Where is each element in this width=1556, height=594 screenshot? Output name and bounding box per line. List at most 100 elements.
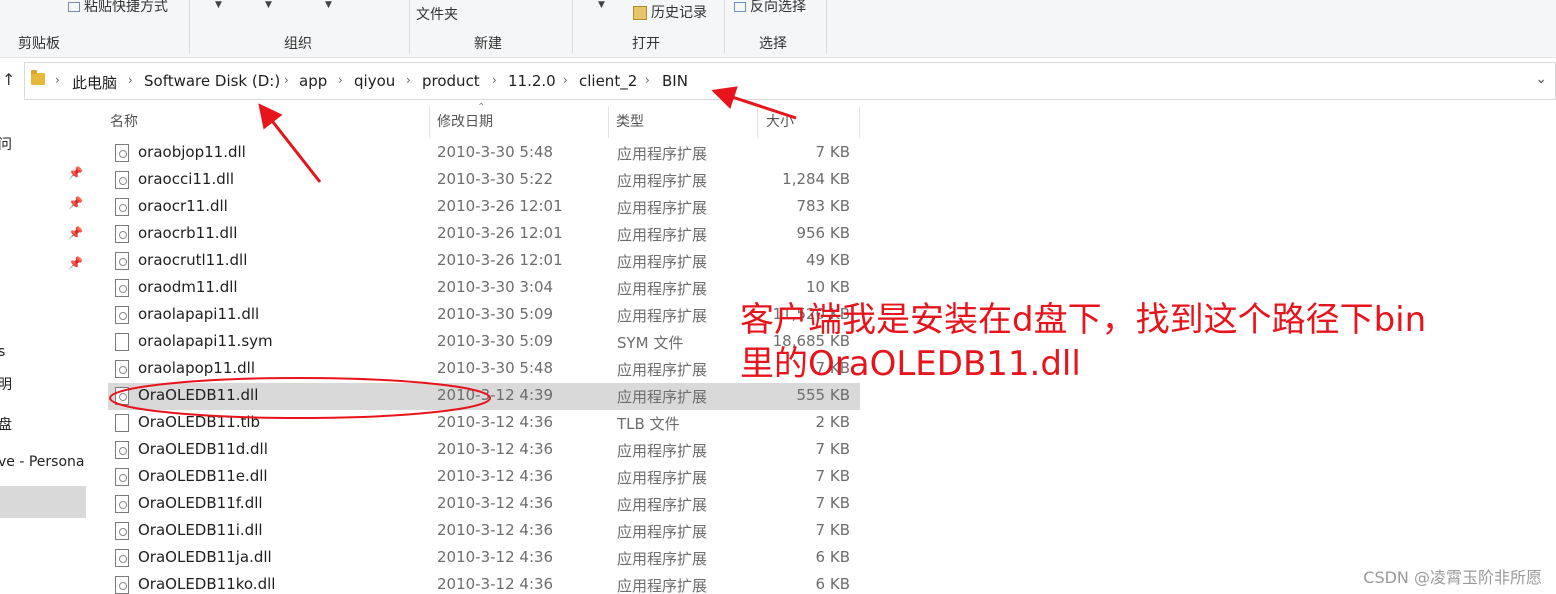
chevron-down-icon[interactable]: ⌄ bbox=[1535, 71, 1547, 87]
file-size: 10 KB bbox=[806, 278, 850, 296]
file-modified-date: 2010-3-12 4:36 bbox=[437, 548, 554, 566]
address-bar[interactable]: › 此电脑 › Software Disk (D:) › app › qiyou… bbox=[24, 62, 1556, 100]
file-row[interactable]: OraOLEDB11ja.dll 2010-3-12 4:36 应用程序扩展 6 KB bbox=[108, 545, 860, 572]
file-size: 7 KB bbox=[815, 440, 850, 458]
dll-file-icon bbox=[115, 468, 129, 486]
file-row[interactable]: OraOLEDB11f.dll 2010-3-12 4:36 应用程序扩展 7 KB bbox=[108, 491, 860, 518]
file-row[interactable]: OraOLEDB11.dll 2010-3-12 4:39 应用程序扩展 555 KB bbox=[108, 383, 860, 410]
invert-selection-button[interactable]: 反向选择 bbox=[734, 0, 806, 16]
ribbon-divider bbox=[724, 0, 725, 54]
file-name: OraOLEDB11.tlb bbox=[138, 413, 261, 431]
annotation-line-1: 客户端我是安装在d盘下，找到这个路径下bin bbox=[740, 300, 1427, 340]
nav-item[interactable]: 盘 bbox=[0, 414, 12, 434]
file-name: oraolapapi11.dll bbox=[138, 305, 260, 323]
file-type: 应用程序扩展 bbox=[617, 388, 708, 406]
navigation-pane: 问 📌 📌 📌 📌 s 明 盘 ve - Persona bbox=[0, 100, 86, 594]
chevron-right-icon[interactable]: › bbox=[128, 73, 133, 87]
file-row[interactable]: oraocrutl11.dll 2010-3-26 12:01 应用程序扩展 49 K… bbox=[108, 248, 860, 275]
chevron-right-icon[interactable]: › bbox=[284, 73, 289, 87]
file-name: OraOLEDB11.dll bbox=[138, 386, 259, 404]
dll-file-icon bbox=[115, 576, 129, 594]
breadcrumb-version[interactable]: 11.2.0 bbox=[508, 72, 556, 90]
nav-item[interactable]: 明 bbox=[0, 374, 12, 394]
nav-item-selected[interactable] bbox=[0, 486, 86, 518]
new-folder-button[interactable]: 文件夹 bbox=[416, 4, 458, 24]
file-row[interactable]: oraocrb11.dll 2010-3-26 12:01 应用程序扩展 956 KB bbox=[108, 221, 860, 248]
file-name: OraOLEDB11d.dll bbox=[138, 440, 268, 458]
blank-file-icon bbox=[115, 414, 129, 432]
group-label-select: 选择 bbox=[759, 36, 787, 52]
file-size: 956 KB bbox=[796, 224, 850, 242]
file-row[interactable]: OraOLEDB11.tlb 2010-3-12 4:36 TLB 文件 2 KB bbox=[108, 410, 860, 437]
open-dropdown-icon[interactable]: ▼ bbox=[598, 0, 605, 10]
nav-item[interactable]: s bbox=[0, 344, 5, 360]
file-row[interactable]: OraOLEDB11e.dll 2010-3-12 4:36 应用程序扩展 7 KB bbox=[108, 464, 860, 491]
ribbon-divider bbox=[189, 0, 190, 54]
ribbon-divider bbox=[572, 0, 573, 54]
file-row[interactable]: oraocr11.dll 2010-3-26 12:01 应用程序扩展 783 KB bbox=[108, 194, 860, 221]
file-type: 应用程序扩展 bbox=[617, 469, 708, 487]
dll-file-icon bbox=[115, 441, 129, 459]
file-name: OraOLEDB11ja.dll bbox=[138, 548, 272, 566]
breadcrumb-this-pc[interactable]: 此电脑 bbox=[72, 72, 117, 93]
dll-file-icon bbox=[115, 387, 129, 405]
watermark: CSDN @凌霄玉阶非所愿 bbox=[1363, 568, 1542, 587]
chevron-right-icon[interactable]: › bbox=[55, 73, 60, 87]
dll-file-icon bbox=[115, 495, 129, 513]
file-row[interactable]: OraOLEDB11d.dll 2010-3-12 4:36 应用程序扩展 7 KB bbox=[108, 437, 860, 464]
chevron-right-icon[interactable]: › bbox=[645, 73, 650, 87]
annotation-line-2: 里的OraOLEDB11.dll bbox=[740, 344, 1081, 384]
history-button[interactable]: 历史记录 bbox=[633, 2, 707, 22]
file-row[interactable]: OraOLEDB11ko.dll 2010-3-12 4:36 应用程序扩展 6 KB bbox=[108, 572, 860, 594]
file-size: 7 KB bbox=[815, 521, 850, 539]
file-modified-date: 2010-3-12 4:39 bbox=[437, 386, 554, 404]
file-type: 应用程序扩展 bbox=[617, 253, 708, 271]
nav-item[interactable]: 问 bbox=[0, 134, 12, 154]
file-modified-date: 2010-3-12 4:36 bbox=[437, 440, 554, 458]
file-row[interactable]: OraOLEDB11i.dll 2010-3-12 4:36 应用程序扩展 7 KB bbox=[108, 518, 860, 545]
folder-icon bbox=[31, 70, 45, 85]
file-modified-date: 2010-3-30 3:04 bbox=[437, 278, 554, 296]
breadcrumb-app[interactable]: app bbox=[299, 72, 327, 90]
file-name: oraocrutl11.dll bbox=[138, 251, 248, 269]
dll-file-icon bbox=[115, 171, 129, 189]
pin-icon[interactable]: 📌 bbox=[68, 256, 83, 270]
nav-item-onedrive[interactable]: ve - Persona bbox=[0, 454, 84, 470]
up-arrow-icon[interactable]: ↑ bbox=[2, 70, 15, 89]
chevron-right-icon[interactable]: › bbox=[338, 73, 343, 87]
file-type: 应用程序扩展 bbox=[617, 496, 708, 514]
file-size: 6 KB bbox=[815, 575, 850, 593]
dll-file-icon bbox=[115, 306, 129, 324]
file-row[interactable]: oraocci11.dll 2010-3-30 5:22 应用程序扩展 1,284 K… bbox=[108, 167, 860, 194]
file-type: TLB 文件 bbox=[617, 415, 680, 433]
chevron-right-icon[interactable]: › bbox=[563, 73, 568, 87]
breadcrumb-drive[interactable]: Software Disk (D:) bbox=[144, 72, 280, 90]
ribbon: 粘贴快捷方式 ▼ ▼ ▼ 文件夹 ▼ 历史记录 反向选择 剪贴板 组织 新建 打… bbox=[0, 0, 1556, 58]
organize-dropdown-1-icon[interactable]: ▼ bbox=[215, 0, 222, 10]
column-header-size[interactable]: 大小 bbox=[762, 106, 860, 138]
column-header-modified[interactable]: 修改日期 bbox=[433, 106, 609, 138]
file-size: 49 KB bbox=[806, 251, 850, 269]
file-name: oraocci11.dll bbox=[138, 170, 235, 188]
file-row[interactable]: oraobjop11.dll 2010-3-30 5:48 应用程序扩展 7 KB bbox=[108, 140, 860, 167]
file-type: 应用程序扩展 bbox=[617, 523, 708, 541]
chevron-right-icon[interactable]: › bbox=[492, 73, 497, 87]
file-modified-date: 2010-3-12 4:36 bbox=[437, 521, 554, 539]
pin-icon[interactable]: 📌 bbox=[68, 196, 83, 210]
column-header-name[interactable]: 名称 bbox=[106, 106, 430, 138]
file-size: 2 KB bbox=[815, 413, 850, 431]
column-header-type[interactable]: 类型 bbox=[612, 106, 758, 138]
pin-icon[interactable]: 📌 bbox=[68, 226, 83, 240]
chevron-right-icon[interactable]: › bbox=[406, 73, 411, 87]
breadcrumb-qiyou[interactable]: qiyou bbox=[354, 72, 395, 90]
breadcrumb-client[interactable]: client_2 bbox=[579, 72, 637, 90]
pin-icon[interactable]: 📌 bbox=[68, 166, 83, 180]
organize-dropdown-2-icon[interactable]: ▼ bbox=[265, 0, 272, 10]
paste-shortcut-button[interactable]: 粘贴快捷方式 bbox=[68, 0, 168, 16]
organize-dropdown-3-icon[interactable]: ▼ bbox=[325, 0, 332, 10]
breadcrumb-product[interactable]: product bbox=[422, 72, 480, 90]
file-modified-date: 2010-3-30 5:09 bbox=[437, 332, 554, 350]
file-name: oraobjop11.dll bbox=[138, 143, 246, 161]
file-type: SYM 文件 bbox=[617, 334, 684, 352]
breadcrumb-bin[interactable]: BIN bbox=[662, 72, 688, 90]
